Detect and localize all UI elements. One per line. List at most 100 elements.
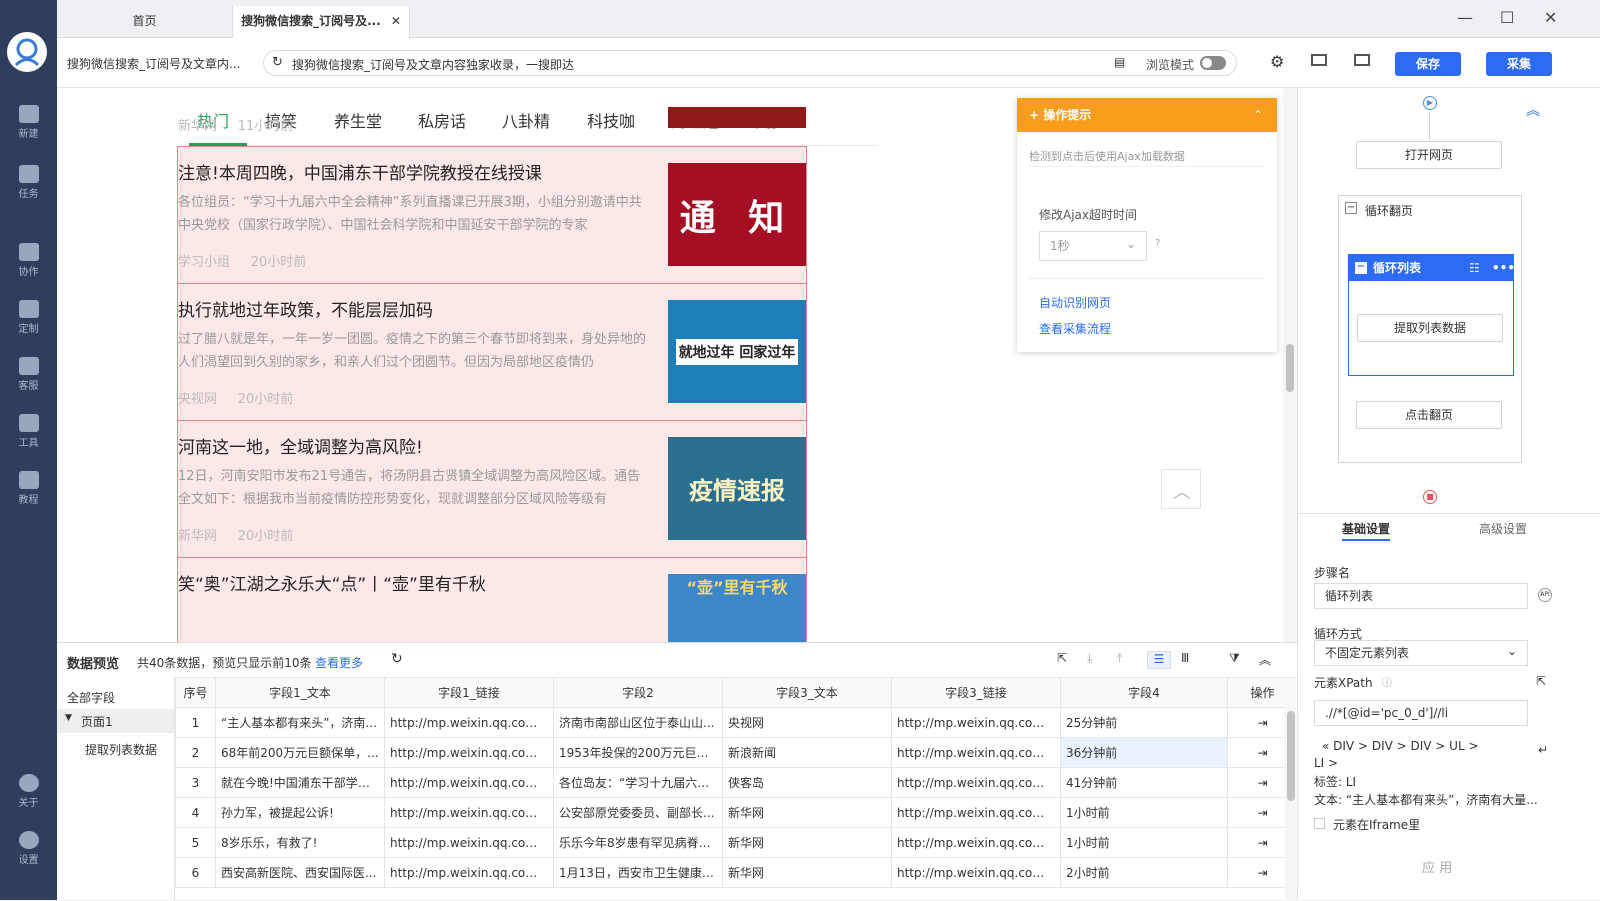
article-thumbnail: “壶”里有千秋	[668, 574, 806, 642]
edit-icon[interactable]: ⇱	[1536, 674, 1546, 688]
minimize-icon[interactable]: —	[1457, 8, 1473, 27]
refresh-icon[interactable]: ↻	[272, 55, 283, 70]
sidebar-item-task[interactable]: 任务	[0, 165, 57, 200]
collapse-toggle-icon[interactable]: −	[1355, 262, 1367, 274]
sidebar-item-tutorial[interactable]: 教程	[0, 471, 57, 506]
operation-hint-panel: + 操作提示 ⌃ 检测到点击后使用Ajax加载数据 修改Ajax超时时间 1秒 ⌄ …	[1017, 98, 1277, 352]
sidebar-item-new[interactable]: 新建	[0, 105, 57, 140]
toolbox-icon	[18, 414, 39, 432]
xpath-field[interactable]: .//*[@id='pc_0_d']//li	[1314, 700, 1528, 726]
hint-header[interactable]: + 操作提示 ⌃	[1017, 98, 1277, 132]
settings-icon[interactable]: ⚙	[1270, 52, 1284, 71]
sidebar-item-custom[interactable]: 定制	[0, 300, 57, 335]
tab-home[interactable]: 首页	[57, 6, 232, 38]
refresh-icon[interactable]: ↻	[391, 651, 403, 667]
people-icon	[18, 243, 39, 261]
table-row[interactable]: 2 68年前200万元巨额保单，... http://mp.weixin.qq.co…	[175, 737, 1298, 768]
flow-node-extract[interactable]: 提取列表数据	[1357, 314, 1503, 342]
help-icon[interactable]: ?	[1155, 238, 1160, 249]
left-sidebar: 新建 任务 协作 定制 客服 工具 教程 关于 设置	[0, 0, 57, 900]
column-view-icon[interactable]: Ⅲ	[1181, 651, 1189, 665]
flow-loop-list-container[interactable]: 循环列表 − ☷ ••• 提取列表数据	[1348, 254, 1515, 376]
page-scrollbar[interactable]	[1283, 88, 1297, 642]
article-thumbnail: 通 知	[668, 163, 806, 266]
browse-mode-toggle[interactable]	[1200, 56, 1226, 70]
document-icon[interactable]: ▤	[1114, 55, 1125, 69]
table-row[interactable]: 3 就在今晚!中国浦东干部学院... http://mp.weixin.qq.com…	[175, 767, 1298, 798]
data-table: 序号 字段1_文本 字段1_链接 字段2 字段3_文本 字段3_链接 字段4 操作 1 “主人基…	[175, 677, 1298, 888]
url-text: 搜狗微信搜索_订阅号及文章内容独家收录，一搜即达	[292, 58, 575, 72]
collapse-icon[interactable]: ︽	[1259, 651, 1271, 668]
url-field[interactable]: ↻ 搜狗微信搜索_订阅号及文章内容独家收录，一搜即达 ▤ 浏览模式	[263, 50, 1237, 76]
download-icon[interactable]: ⤓	[1087, 651, 1092, 666]
collect-button[interactable]: 采集	[1486, 52, 1552, 76]
tree-item-extract[interactable]: 提取列表数据	[85, 741, 157, 758]
sidebar-item-about[interactable]: 关于	[0, 774, 57, 809]
collapse-toggle-icon[interactable]: −	[1345, 202, 1357, 214]
ajax-timeout-select[interactable]: 1秒 ⌄	[1039, 231, 1147, 261]
list-icon[interactable]: ☷	[1469, 255, 1480, 281]
iframe-checkbox[interactable]	[1314, 818, 1325, 829]
apply-button[interactable]: 应 用	[1422, 857, 1452, 876]
table-scrollbar[interactable]	[1285, 707, 1297, 901]
table-row[interactable]: 4 孙力军，被提起公诉! http://mp.weixin.qq.com/s?s..…	[175, 797, 1298, 828]
list-item[interactable]: 执行就地过年政策，不能层层加码 过了腊八就是年，一年一岁一团圆。疫情之下的第三个…	[178, 284, 806, 421]
loop-mode-select[interactable]: 不固定元素列表 ⌄	[1314, 640, 1528, 666]
close-icon[interactable]: ✕	[391, 14, 401, 28]
filter-icon[interactable]: ⧩	[1229, 651, 1240, 666]
article-thumbnail: 疫情速报	[668, 437, 806, 540]
window-close-icon[interactable]: ✕	[1544, 8, 1557, 27]
view-flow-link[interactable]: 查看采集流程	[1039, 320, 1111, 337]
sidebar-item-service[interactable]: 客服	[0, 357, 57, 392]
workflow-panel: ▶ ︽ 打开网页 − 循环翻页 循环列表 − ☷ ••• 提取列表数据 点击翻页 ■	[1297, 88, 1600, 513]
gear-icon	[18, 831, 39, 849]
sidebar-item-settings[interactable]: 设置	[0, 831, 57, 866]
table-header: 序号 字段1_文本 字段1_链接 字段2 字段3_文本 字段3_链接 字段4 操作	[175, 677, 1298, 708]
panel-right-icon[interactable]	[1354, 54, 1370, 66]
return-icon[interactable]: ↵	[1538, 743, 1548, 757]
table-row[interactable]: 1 “主人基本都有来头”，济南... http://mp.weixin.qq.com…	[175, 707, 1298, 738]
sidebar-item-tools[interactable]: 工具	[0, 414, 57, 449]
auto-detect-link[interactable]: 自动识别网页	[1039, 294, 1111, 311]
address-bar: 搜狗微信搜索_订阅号及文章内... ↻ 搜狗微信搜索_订阅号及文章内容独家收录，…	[57, 38, 1600, 88]
web-preview: 热门 搞笑 养生堂 私房话 八卦精 科技咖 财经迷 更多 ▾ 新华网 11小时前…	[57, 88, 1297, 642]
element-path[interactable]: « DIV > DIV > DIV > UL >	[1322, 739, 1479, 753]
maximize-icon[interactable]: ☐	[1500, 8, 1514, 27]
tab-advanced-settings[interactable]: 高级设置	[1479, 520, 1527, 537]
help-icon[interactable]: ⓘ	[1382, 674, 1392, 689]
list-item[interactable]: 新华网 11小时前	[178, 107, 806, 147]
step-name-field[interactable]: 循环列表	[1314, 583, 1528, 609]
collapse-up-icon[interactable]: ︽	[1526, 100, 1540, 120]
panel-bottom-icon[interactable]	[1311, 54, 1327, 66]
tab-sogou[interactable]: 搜狗微信搜索_订阅号及... ✕	[232, 6, 410, 38]
stop-icon: ■	[1423, 490, 1437, 504]
table-row[interactable]: 5 8岁乐乐，有救了! http://mp.weixin.qq.com/s?s...…	[175, 827, 1298, 858]
sidebar-item-collab[interactable]: 协作	[0, 243, 57, 278]
list-view-icon[interactable]: ☰	[1147, 651, 1171, 669]
save-button[interactable]: 保存	[1395, 52, 1461, 76]
flow-loop-page-container[interactable]: − 循环翻页 循环列表 − ☷ ••• 提取列表数据 点击翻页	[1338, 195, 1522, 463]
list-item[interactable]: 笑“奥”江湖之永乐大“点”丨“壶”里有千秋 “壶”里有千秋	[178, 558, 806, 642]
chevron-down-icon: ⌄	[1125, 237, 1136, 251]
tab-bar: 首页 搜狗微信搜索_订阅号及... ✕ — ☐ ✕	[57, 0, 1600, 38]
flow-node-open-page[interactable]: 打开网页	[1356, 141, 1502, 169]
table-row[interactable]: 6 西安高新医院、西安国际医... http://mp.weixin.qq.com/…	[175, 857, 1298, 888]
heart-icon	[18, 300, 39, 318]
scroll-top-button[interactable]: ︿	[1161, 469, 1201, 509]
page-title: 搜狗微信搜索_订阅号及文章内...	[67, 57, 241, 71]
api-icon[interactable]: API	[1538, 588, 1552, 602]
view-more-link[interactable]: 查看更多	[315, 654, 363, 671]
list-item[interactable]: 河南这一地，全域调整为高风险! 12日，河南安阳市发布21号通告，将汤阴县古贤镇…	[178, 421, 806, 558]
upload-icon[interactable]: ⤒	[1117, 651, 1122, 666]
field-tree: 全部字段 ▼ 页面1 提取列表数据	[57, 677, 175, 901]
article-thumbnail: 就地过年 回家过年	[668, 300, 806, 403]
export-icon[interactable]: ⇱	[1057, 651, 1067, 665]
tab-basic-settings[interactable]: 基础设置	[1342, 520, 1390, 537]
tree-item-page1[interactable]: ▼ 页面1	[57, 709, 174, 733]
more-icon[interactable]: •••	[1492, 255, 1515, 281]
scrollbar-thumb[interactable]	[1286, 344, 1294, 392]
list-item[interactable]: 注意!本周四晚，中国浦东干部学院教授在线授课 各位组员：“学习十九届六中全会精神…	[178, 147, 806, 284]
play-icon[interactable]: ▶	[1423, 96, 1437, 110]
collapse-icon[interactable]: ⌃	[1253, 98, 1263, 132]
flow-node-click-page[interactable]: 点击翻页	[1356, 401, 1502, 429]
